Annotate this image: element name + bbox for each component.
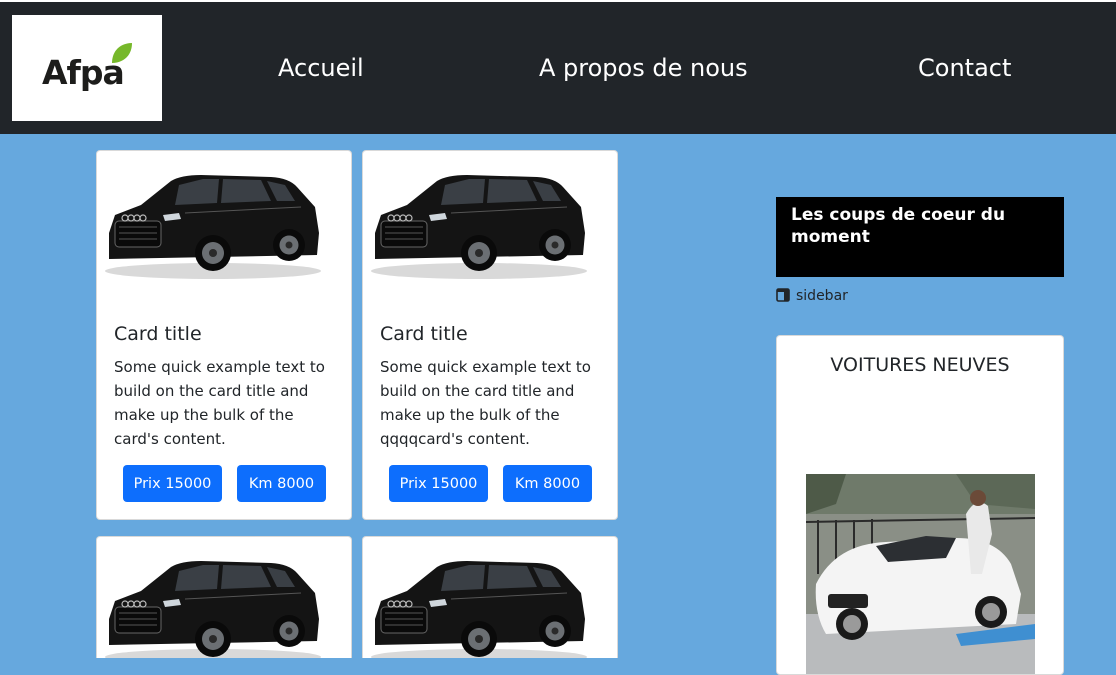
sidebar-link-label: sidebar bbox=[796, 288, 848, 304]
new-cars-title: VOITURES NEUVES bbox=[830, 354, 1010, 376]
nav-link-accueil[interactable]: Accueil bbox=[278, 54, 364, 82]
sidebar-heading-box: Les coups de coeur du moment bbox=[776, 197, 1064, 277]
km-button[interactable]: Km 8000 bbox=[503, 465, 592, 502]
km-button[interactable]: Km 8000 bbox=[237, 465, 326, 502]
sidebar-heading: Les coups de coeur du moment bbox=[791, 205, 1006, 247]
new-cars-card: VOITURES NEUVES bbox=[776, 335, 1064, 675]
sidebar-layout-icon bbox=[776, 288, 790, 302]
car-card bbox=[96, 536, 352, 658]
car-card: Card title Some quick example text to bu… bbox=[362, 150, 618, 520]
nav-link-a-propos[interactable]: A propos de nous bbox=[539, 54, 748, 82]
card-text: Some quick example text to build on the … bbox=[114, 358, 325, 448]
white-sports-car-image bbox=[806, 474, 1035, 674]
navbar: Afpa Accueil A propos de nous Contact bbox=[0, 0, 1116, 134]
card-title: Card title bbox=[114, 323, 202, 345]
suv-image bbox=[101, 163, 323, 283]
suv-image bbox=[367, 549, 589, 658]
suv-image bbox=[367, 163, 589, 283]
card-text: Some quick example text to build on the … bbox=[380, 358, 591, 448]
car-card bbox=[362, 536, 618, 658]
afpa-logo[interactable]: Afpa bbox=[12, 15, 162, 121]
suv-image bbox=[101, 549, 323, 658]
leaf-icon bbox=[112, 43, 132, 63]
card-title: Card title bbox=[380, 323, 468, 345]
price-button[interactable]: Prix 15000 bbox=[123, 465, 222, 502]
nav-link-contact[interactable]: Contact bbox=[918, 54, 1011, 82]
car-card: Card title Some quick example text to bu… bbox=[96, 150, 352, 520]
sidebar-link[interactable]: sidebar bbox=[776, 288, 848, 304]
price-button[interactable]: Prix 15000 bbox=[389, 465, 488, 502]
